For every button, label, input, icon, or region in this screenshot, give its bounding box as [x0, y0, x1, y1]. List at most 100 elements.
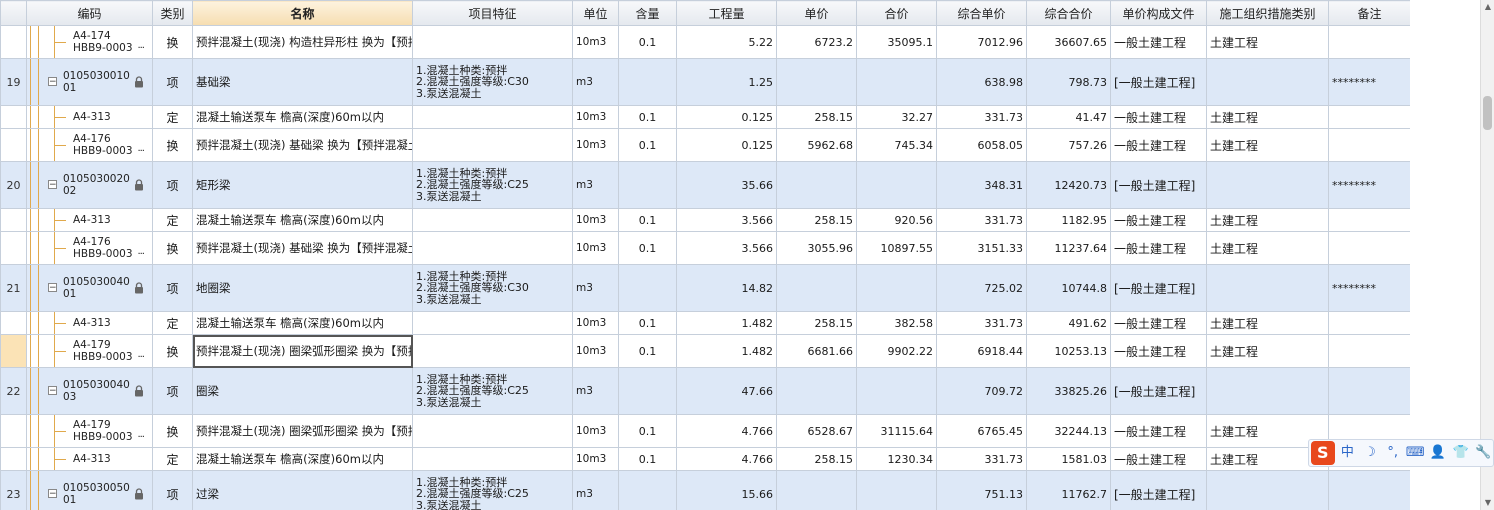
- unit-cell[interactable]: 10m3: [572, 208, 619, 232]
- unit-price-cell[interactable]: [776, 367, 857, 415]
- comp-unit-price-cell[interactable]: 6058.05: [936, 128, 1027, 162]
- quota-sub-row[interactable]: A4-313 定混凝土输送泵车 檐高(深度)60m以内 10m3 0.1 3.566 25…: [0, 208, 1410, 232]
- more-options-icon[interactable]: ···: [137, 432, 144, 443]
- row-index[interactable]: 21: [0, 264, 27, 312]
- col-header-remark[interactable]: 备注: [1328, 0, 1410, 26]
- type-cell[interactable]: 换: [152, 334, 193, 368]
- name-cell[interactable]: 圈梁: [192, 367, 413, 415]
- content-cell[interactable]: [618, 264, 677, 312]
- row-index[interactable]: [0, 334, 27, 368]
- unit-cell[interactable]: 10m3: [572, 311, 619, 335]
- unit-price-cell[interactable]: 5962.68: [776, 128, 857, 162]
- measure-type-cell[interactable]: 土建工程: [1206, 105, 1329, 129]
- measure-type-cell[interactable]: 土建工程: [1206, 25, 1329, 59]
- row-index[interactable]: [0, 128, 27, 162]
- col-header-content[interactable]: 含量: [618, 0, 677, 26]
- measure-type-cell[interactable]: 土建工程: [1206, 208, 1329, 232]
- type-cell[interactable]: 定: [152, 208, 193, 232]
- comp-total-cell[interactable]: 10744.8: [1026, 264, 1111, 312]
- total-cell[interactable]: 35095.1: [856, 25, 937, 59]
- row-index[interactable]: [0, 414, 27, 448]
- quantity-cell[interactable]: 35.66: [676, 161, 777, 209]
- col-header-quantity[interactable]: 工程量: [676, 0, 777, 26]
- feature-cell[interactable]: [412, 231, 573, 265]
- code-cell[interactable]: −0105030010 01: [26, 58, 153, 106]
- col-header-unit-price[interactable]: 单价: [776, 0, 857, 26]
- unit-price-cell[interactable]: 6723.2: [776, 25, 857, 59]
- unit-price-cell[interactable]: 3055.96: [776, 231, 857, 265]
- comp-total-cell[interactable]: 757.26: [1026, 128, 1111, 162]
- content-cell[interactable]: 0.1: [618, 128, 677, 162]
- total-cell[interactable]: [856, 58, 937, 106]
- price-file-cell[interactable]: 一般土建工程: [1110, 25, 1207, 59]
- total-cell[interactable]: 10897.55: [856, 231, 937, 265]
- unit-price-cell[interactable]: [776, 58, 857, 106]
- feature-cell[interactable]: [412, 334, 573, 368]
- scroll-up-icon[interactable]: ▲: [1481, 0, 1494, 14]
- content-cell[interactable]: 0.1: [618, 25, 677, 59]
- comp-total-cell[interactable]: 12420.73: [1026, 161, 1111, 209]
- collapse-toggle-icon[interactable]: −: [48, 489, 57, 499]
- quota-sub-row[interactable]: ··· A4-176 HBB9-0003 换预拌混凝土(现浇) 基础梁 换为【预拌混…: [0, 231, 1410, 265]
- col-header-price-file[interactable]: 单价构成文件: [1110, 0, 1207, 26]
- code-cell[interactable]: ··· A4-174 HBB9-0003: [26, 25, 153, 59]
- row-index[interactable]: 20: [0, 161, 27, 209]
- price-file-cell[interactable]: 一般土建工程: [1110, 311, 1207, 335]
- row-index[interactable]: [0, 25, 27, 59]
- row-index[interactable]: [0, 447, 27, 471]
- type-cell[interactable]: 项: [152, 367, 193, 415]
- more-options-icon[interactable]: ···: [137, 249, 144, 260]
- price-file-cell[interactable]: [一般土建工程]: [1110, 264, 1207, 312]
- col-header-total[interactable]: 合价: [856, 0, 937, 26]
- comp-unit-price-cell[interactable]: 751.13: [936, 470, 1027, 510]
- unit-price-cell[interactable]: [776, 161, 857, 209]
- comp-unit-price-cell[interactable]: 3151.33: [936, 231, 1027, 265]
- feature-cell[interactable]: [412, 208, 573, 232]
- col-header-code[interactable]: 编码: [26, 0, 153, 26]
- price-file-cell[interactable]: 一般土建工程: [1110, 105, 1207, 129]
- comp-total-cell[interactable]: 11237.64: [1026, 231, 1111, 265]
- comp-unit-price-cell[interactable]: 331.73: [936, 105, 1027, 129]
- total-cell[interactable]: 920.56: [856, 208, 937, 232]
- quota-sub-row[interactable]: A4-313 定混凝土输送泵车 檐高(深度)60m以内 10m3 0.1 1.482 25…: [0, 311, 1410, 335]
- code-cell[interactable]: ··· A4-176 HBB9-0003: [26, 128, 153, 162]
- total-cell[interactable]: 745.34: [856, 128, 937, 162]
- unit-price-cell[interactable]: 258.15: [776, 311, 857, 335]
- price-file-cell[interactable]: 一般土建工程: [1110, 128, 1207, 162]
- collapse-toggle-icon[interactable]: −: [48, 283, 57, 293]
- col-header-measure-type[interactable]: 施工组织措施类别: [1206, 0, 1329, 26]
- feature-cell[interactable]: 1.混凝土种类:预拌 2.混凝土强度等级:C30 3.泵送混凝土: [412, 58, 573, 106]
- sogou-logo-icon[interactable]: S: [1311, 441, 1335, 465]
- measure-type-cell[interactable]: [1206, 161, 1329, 209]
- content-cell[interactable]: 0.1: [618, 231, 677, 265]
- row-index[interactable]: 23: [0, 470, 27, 510]
- row-index[interactable]: 19: [0, 58, 27, 106]
- content-cell[interactable]: [618, 470, 677, 510]
- code-cell[interactable]: −0105030050 01: [26, 470, 153, 510]
- row-index[interactable]: [0, 105, 27, 129]
- more-options-icon[interactable]: ···: [137, 352, 144, 363]
- content-cell[interactable]: [618, 367, 677, 415]
- total-cell[interactable]: 382.58: [856, 311, 937, 335]
- measure-type-cell[interactable]: 土建工程: [1206, 128, 1329, 162]
- comp-unit-price-cell[interactable]: 331.73: [936, 447, 1027, 471]
- vertical-scrollbar[interactable]: ▲ ▼: [1480, 0, 1494, 510]
- user-icon[interactable]: 👤: [1428, 441, 1448, 465]
- code-cell[interactable]: −0105030040 03: [26, 367, 153, 415]
- feature-cell[interactable]: [412, 105, 573, 129]
- keyboard-icon[interactable]: ⌨: [1405, 441, 1425, 465]
- content-cell[interactable]: [618, 161, 677, 209]
- remark-cell[interactable]: [1328, 231, 1410, 265]
- remark-cell[interactable]: ********: [1328, 264, 1410, 312]
- content-cell[interactable]: 0.1: [618, 208, 677, 232]
- comp-unit-price-cell[interactable]: 725.02: [936, 264, 1027, 312]
- name-cell[interactable]: 基础梁: [192, 58, 413, 106]
- quantity-cell[interactable]: 0.125: [676, 105, 777, 129]
- price-file-cell[interactable]: 一般土建工程: [1110, 334, 1207, 368]
- measure-type-cell[interactable]: 土建工程: [1206, 311, 1329, 335]
- measure-type-cell[interactable]: [1206, 367, 1329, 415]
- unit-cell[interactable]: m3: [572, 367, 619, 415]
- unit-cell[interactable]: 10m3: [572, 414, 619, 448]
- comp-total-cell[interactable]: 36607.65: [1026, 25, 1111, 59]
- quantity-cell[interactable]: 4.766: [676, 447, 777, 471]
